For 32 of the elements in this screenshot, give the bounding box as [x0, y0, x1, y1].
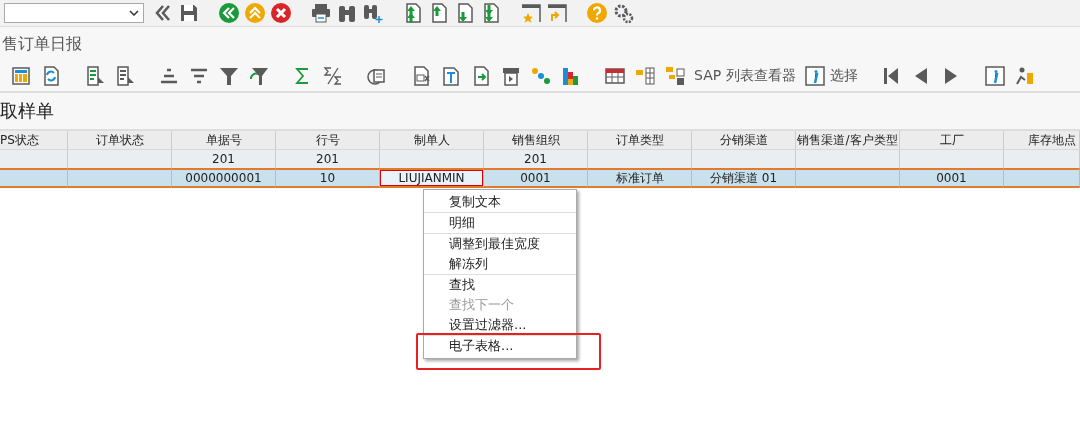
- menu-item[interactable]: 设置过滤器...: [424, 315, 576, 335]
- column-header[interactable]: 订单状态: [68, 131, 172, 150]
- list-viewer-button[interactable]: SAP 列表查看器: [694, 67, 796, 85]
- column-header[interactable]: 销售组织: [484, 131, 588, 150]
- total-cell: 201: [484, 150, 588, 168]
- column-header[interactable]: 工厂: [900, 131, 1004, 150]
- column-header[interactable]: 行号: [276, 131, 380, 150]
- select-button[interactable]: 选择: [803, 65, 858, 87]
- column-header[interactable]: 销售渠道/客户类型: [796, 131, 900, 150]
- table-cell: 分销渠道 01: [692, 168, 796, 188]
- total-cell: 201: [172, 150, 276, 168]
- table-cell: 0000000001: [172, 168, 276, 188]
- table-cell: LIUJIANMIN: [380, 168, 484, 188]
- table-cell: 10: [276, 168, 380, 188]
- total-cell: 201: [276, 150, 380, 168]
- table-cell: 0001: [900, 168, 1004, 188]
- column-header[interactable]: 制单人: [380, 131, 484, 150]
- window-title: 售订单日报: [2, 33, 82, 55]
- menu-item[interactable]: 明细: [424, 213, 576, 233]
- list-title: 取样单: [0, 99, 54, 123]
- table-cell: 0001: [484, 168, 588, 188]
- column-header[interactable]: 分销渠道: [692, 131, 796, 150]
- menu-item[interactable]: 查找: [424, 275, 576, 295]
- column-header[interactable]: 订单类型: [588, 131, 692, 150]
- menu-item[interactable]: 复制文本: [424, 192, 576, 212]
- table-cell: 标准订单: [588, 168, 692, 188]
- menu-item[interactable]: 解冻列: [424, 254, 576, 274]
- column-header[interactable]: 单据号: [172, 131, 276, 150]
- menu-item[interactable]: 调整到最佳宽度: [424, 234, 576, 254]
- column-header[interactable]: 库存地点: [1004, 131, 1080, 150]
- column-header[interactable]: PS状态: [0, 131, 68, 150]
- menu-item[interactable]: 电子表格...: [424, 336, 576, 356]
